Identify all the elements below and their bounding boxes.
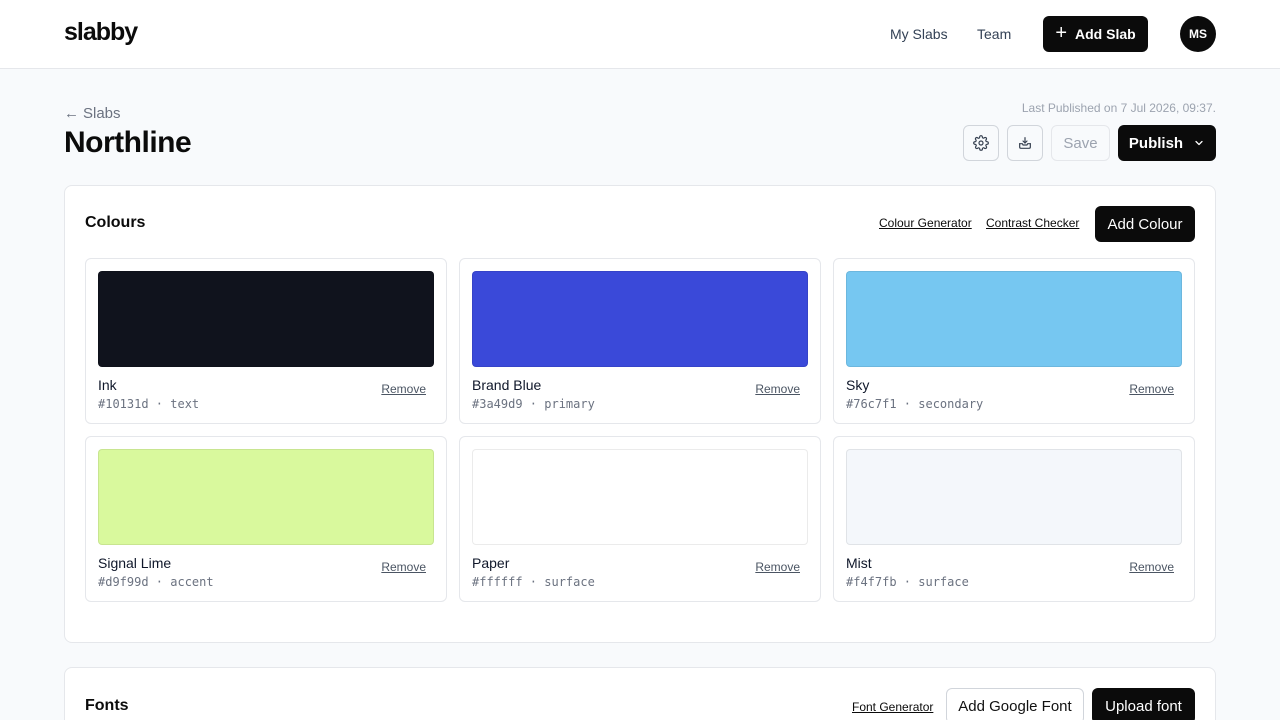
- colour-swatch: [472, 271, 808, 367]
- colour-meta: #f4f7fb · surface: [846, 575, 969, 589]
- colour-card: Signal Lime #d9f99d · accent Remove: [85, 436, 447, 602]
- colour-meta: #d9f99d · accent: [98, 575, 214, 589]
- add-slab-button[interactable]: + Add Slab: [1043, 16, 1148, 52]
- colour-swatch: [98, 271, 434, 367]
- contrast-checker-link[interactable]: Contrast Checker: [986, 216, 1079, 230]
- page-title: Northline: [64, 126, 192, 159]
- remove-colour-button[interactable]: Remove: [381, 560, 426, 574]
- colour-swatch: [846, 449, 1182, 545]
- top-bar: slabby My Slabs Team + Add Slab MS: [0, 0, 1280, 69]
- download-button[interactable]: [1007, 125, 1043, 161]
- font-generator-link[interactable]: Font Generator: [852, 700, 933, 714]
- breadcrumb[interactable]: ← Slabs: [64, 105, 121, 122]
- colour-name: Paper: [472, 555, 510, 571]
- colour-name: Brand Blue: [472, 377, 542, 393]
- remove-colour-button[interactable]: Remove: [1129, 382, 1174, 396]
- gear-icon: [973, 135, 989, 151]
- colour-generator-link[interactable]: Colour Generator: [879, 216, 972, 230]
- last-published-status: Last Published on 7 Jul 2026, 09:37.: [1021, 101, 1216, 115]
- nav-team[interactable]: Team: [977, 26, 1011, 42]
- upload-font-button[interactable]: Upload font: [1092, 688, 1195, 720]
- fonts-title: Fonts: [85, 697, 129, 714]
- publish-button[interactable]: Publish: [1118, 125, 1216, 161]
- add-colour-button[interactable]: Add Colour: [1095, 206, 1195, 242]
- logo[interactable]: slabby: [64, 18, 138, 47]
- colour-card: Ink #10131d · text Remove: [85, 258, 447, 424]
- settings-button[interactable]: [963, 125, 999, 161]
- add-slab-label: Add Slab: [1075, 26, 1136, 42]
- colour-card: Brand Blue #3a49d9 · primary Remove: [459, 258, 821, 424]
- plus-icon: +: [1055, 22, 1067, 44]
- download-tray-icon: [1019, 137, 1031, 149]
- breadcrumb-label: Slabs: [83, 105, 121, 122]
- chevron-down-icon: [1195, 140, 1203, 146]
- nav-my-slabs[interactable]: My Slabs: [890, 26, 948, 42]
- colours-title: Colours: [85, 214, 146, 231]
- colour-card: Sky #76c7f1 · secondary Remove: [833, 258, 1195, 424]
- colour-meta: #10131d · text: [98, 397, 200, 411]
- add-google-font-button[interactable]: Add Google Font: [946, 688, 1084, 720]
- save-button[interactable]: Save: [1051, 125, 1110, 161]
- colour-name: Mist: [846, 555, 872, 571]
- back-arrow-icon: ←: [64, 105, 79, 122]
- colour-name: Sky: [846, 377, 870, 393]
- fonts-panel: Fonts Font Generator Add Google Font Upl…: [64, 667, 1216, 720]
- remove-colour-button[interactable]: Remove: [755, 382, 800, 396]
- colour-card: Mist #f4f7fb · surface Remove: [833, 436, 1195, 602]
- colour-swatch: [98, 449, 434, 545]
- colour-meta: #3a49d9 · primary: [472, 397, 595, 411]
- colour-swatch: [846, 271, 1182, 367]
- remove-colour-button[interactable]: Remove: [1129, 560, 1174, 574]
- colour-meta: #ffffff · surface: [472, 575, 595, 589]
- remove-colour-button[interactable]: Remove: [755, 560, 800, 574]
- colour-name: Ink: [98, 377, 117, 393]
- remove-colour-button[interactable]: Remove: [381, 382, 426, 396]
- colour-name: Signal Lime: [98, 555, 172, 571]
- colour-swatch: [472, 449, 808, 545]
- avatar[interactable]: MS: [1180, 16, 1216, 52]
- colour-meta: #76c7f1 · secondary: [846, 397, 984, 411]
- colour-card: Paper #ffffff · surface Remove: [459, 436, 821, 602]
- publish-label: Publish: [1128, 134, 1184, 152]
- colours-panel: Colours Colour Generator Contrast Checke…: [64, 185, 1216, 643]
